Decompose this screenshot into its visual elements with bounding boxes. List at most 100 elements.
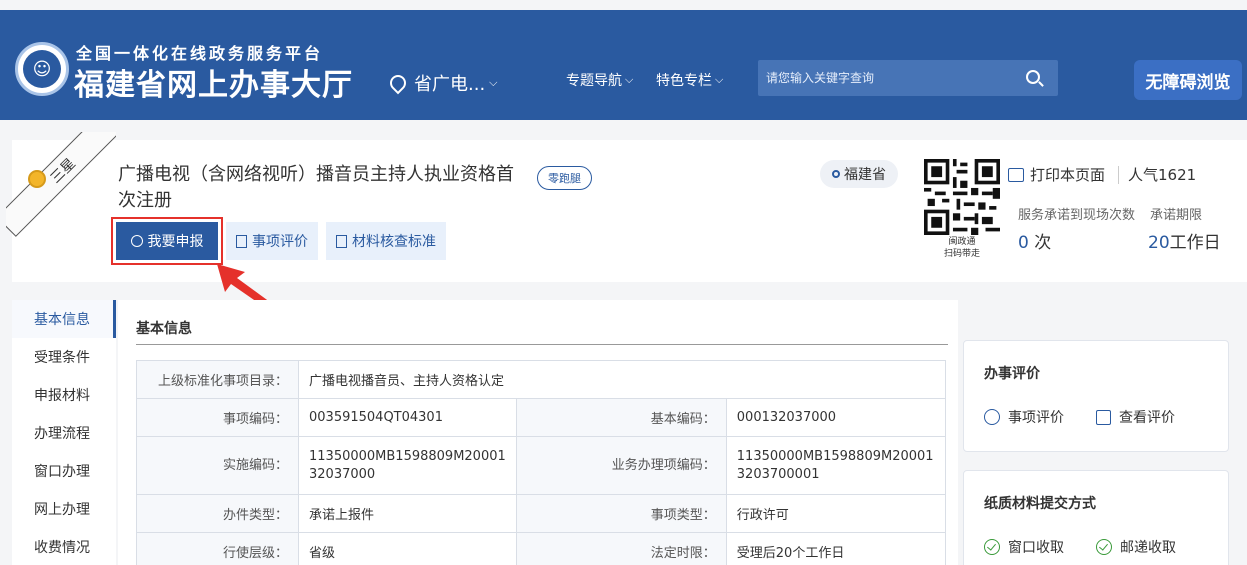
section-nav-process[interactable]: 办理流程 xyxy=(12,414,116,452)
printer-icon xyxy=(1008,167,1024,182)
deadline-value: 20工作日 xyxy=(1148,228,1221,253)
evaluation-card: 办事评价 事项评价 查看评价 xyxy=(963,340,1229,452)
section-nav-basic-info[interactable]: 基本信息 xyxy=(12,300,116,338)
item-card: 三星 广播电视（含网络视听）播音员主持人执业资格首次注册 零跑腿 我要申报 事项… xyxy=(6,132,1247,282)
arrow-circle-icon xyxy=(130,235,143,247)
item-evaluate-link[interactable]: 事项评价 xyxy=(984,407,1064,427)
visits-label: 服务承诺到现场次数 xyxy=(1018,208,1136,223)
qr-caption: 闽政通 扫码带走 xyxy=(920,236,1004,260)
apply-button[interactable]: 我要申报 xyxy=(111,217,223,265)
table-label: 业务办理项编码： xyxy=(515,436,727,495)
table-label: 基本编码： xyxy=(515,398,727,437)
qr-caption-hint: 扫码带走 xyxy=(943,249,980,259)
table-label: 行使层级： xyxy=(136,532,299,565)
table-label: 实施编码： xyxy=(136,436,299,495)
table-label: 事项类型： xyxy=(515,494,727,533)
table-value: 11350000MB1598809M20001 3203700001 xyxy=(725,436,947,495)
deadline-unit: 工作日 xyxy=(1169,233,1221,253)
medal-icon xyxy=(28,170,46,188)
platform-logo-icon[interactable]: ☺ xyxy=(15,42,69,96)
view-evaluations-label: 查看评价 xyxy=(1119,410,1175,426)
mail-collection-label: 邮递收取 xyxy=(1120,540,1176,556)
table-value: 000132037000 xyxy=(725,398,947,437)
deadline-number: 20 xyxy=(1148,233,1170,253)
qr-code-icon[interactable] xyxy=(924,158,1000,236)
chevron-down-icon: ⌵ xyxy=(715,73,724,86)
site-header: ☺ 全国一体化在线政务服务平台 福建省网上办事大厅 省广电... ⌵ 专题导航 … xyxy=(0,10,1247,120)
location-selector[interactable]: 省广电... ⌵ xyxy=(386,70,498,96)
action-buttons: 我要申报 事项评价 材料核查标准 xyxy=(111,217,446,265)
search-bar xyxy=(758,60,1058,96)
check-circle-icon xyxy=(984,539,1000,555)
list-icon xyxy=(984,409,1000,425)
table-value: 省级 xyxy=(298,532,517,565)
table-value: 003591504QT04301 xyxy=(298,398,517,437)
table-row: 上级标准化事项目录： 广播电视播音员、主持人资格认定 xyxy=(136,360,946,399)
location-pin-icon xyxy=(832,170,840,178)
divider xyxy=(136,344,948,345)
deadline-label: 承诺期限 xyxy=(1150,208,1203,223)
visits-value: 0 次 xyxy=(1018,228,1051,253)
basic-info-table: 上级标准化事项目录： 广播电视播音员、主持人资格认定 事项编码： 0035915… xyxy=(136,360,947,565)
basic-info-section: 基本信息 上级标准化事项目录： 广播电视播音员、主持人资格认定 事项编码： 00… xyxy=(118,300,958,565)
province-label: 福建省 xyxy=(844,167,886,183)
nav-topics[interactable]: 专题导航 ⌵ xyxy=(566,70,633,90)
search-document-icon xyxy=(1096,409,1111,425)
star-rating-label: 三星 xyxy=(47,155,79,187)
section-nav-window[interactable]: 窗口办理 xyxy=(12,452,116,490)
table-value: 11350000MB1598809M20001 32037000 xyxy=(298,436,517,495)
section-nav-conditions[interactable]: 受理条件 xyxy=(12,338,116,376)
section-nav: 基本信息 受理条件 申报材料 办理流程 窗口办理 网上办理 收费情况 xyxy=(12,300,116,565)
print-page-label: 打印本页面 xyxy=(1030,166,1106,184)
table-value: 受理后20个工作日 xyxy=(725,532,947,565)
popularity-count: 人气1621 xyxy=(1128,166,1197,184)
section-nav-materials[interactable]: 申报材料 xyxy=(12,376,116,414)
divider xyxy=(1118,166,1119,184)
table-label: 事项编码： xyxy=(136,398,299,437)
table-label: 上级标准化事项目录： xyxy=(136,360,299,399)
mail-collection-option: 邮递收取 xyxy=(1096,537,1176,557)
evaluate-button[interactable]: 事项评价 xyxy=(226,222,318,260)
search-icon[interactable] xyxy=(1026,70,1040,84)
table-value: 行政许可 xyxy=(725,494,947,533)
check-circle-icon xyxy=(1096,539,1112,555)
table-value: 广播电视播音员、主持人资格认定 xyxy=(298,360,946,399)
accessibility-button[interactable]: 无障碍浏览 xyxy=(1134,60,1242,100)
table-label: 法定时限： xyxy=(515,532,727,565)
star-rating-ribbon: 三星 xyxy=(6,132,116,242)
table-row: 行使层级： 省级 法定时限： 受理后20个工作日 xyxy=(136,532,947,565)
table-row: 办件类型： 承诺上报件 事项类型： 行政许可 xyxy=(136,494,947,533)
province-badge: 福建省 xyxy=(820,160,898,188)
section-nav-online[interactable]: 网上办理 xyxy=(12,490,116,528)
paper-submission-title: 纸质材料提交方式 xyxy=(984,496,1096,512)
print-page-link[interactable]: 打印本页面 xyxy=(1008,164,1105,185)
table-row: 实施编码： 11350000MB1598809M20001 32037000 业… xyxy=(136,436,947,495)
view-evaluations-link[interactable]: 查看评价 xyxy=(1096,407,1175,427)
item-evaluate-label: 事项评价 xyxy=(1008,410,1064,426)
edit-icon xyxy=(236,234,247,248)
table-label: 办件类型： xyxy=(136,494,299,533)
chevron-down-icon: ⌵ xyxy=(625,73,634,86)
section-title: 基本信息 xyxy=(136,321,192,337)
materials-standard-button[interactable]: 材料核查标准 xyxy=(326,222,446,260)
logo-title[interactable]: 福建省网上办事大厅 xyxy=(74,60,353,104)
chevron-down-icon: ⌵ xyxy=(489,76,498,89)
section-nav-fees[interactable]: 收费情况 xyxy=(12,528,116,565)
location-label: 省广电... xyxy=(414,74,486,95)
visits-unit: 次 xyxy=(1034,233,1052,253)
nav-special-columns[interactable]: 特色专栏 ⌵ xyxy=(656,70,723,90)
window-collection-option: 窗口收取 xyxy=(984,537,1064,557)
evaluation-title: 办事评价 xyxy=(984,366,1040,382)
search-input[interactable] xyxy=(766,71,1016,85)
window-collection-label: 窗口收取 xyxy=(1008,540,1064,556)
table-row: 事项编码： 003591504QT04301 基本编码： 00013203700… xyxy=(136,398,947,437)
evaluate-button-label: 事项评价 xyxy=(252,234,308,250)
table-value: 承诺上报件 xyxy=(298,494,517,533)
qr-caption-app: 闽政通 xyxy=(948,237,976,247)
document-icon xyxy=(336,234,347,248)
zero-visit-badge: 零跑腿 xyxy=(537,166,592,190)
nav-topics-label: 专题导航 xyxy=(566,73,622,89)
nav-special-label: 特色专栏 xyxy=(656,73,712,89)
apply-button-label: 我要申报 xyxy=(147,234,204,250)
item-title: 广播电视（含网络视听）播音员主持人执业资格首次注册 xyxy=(118,164,514,211)
